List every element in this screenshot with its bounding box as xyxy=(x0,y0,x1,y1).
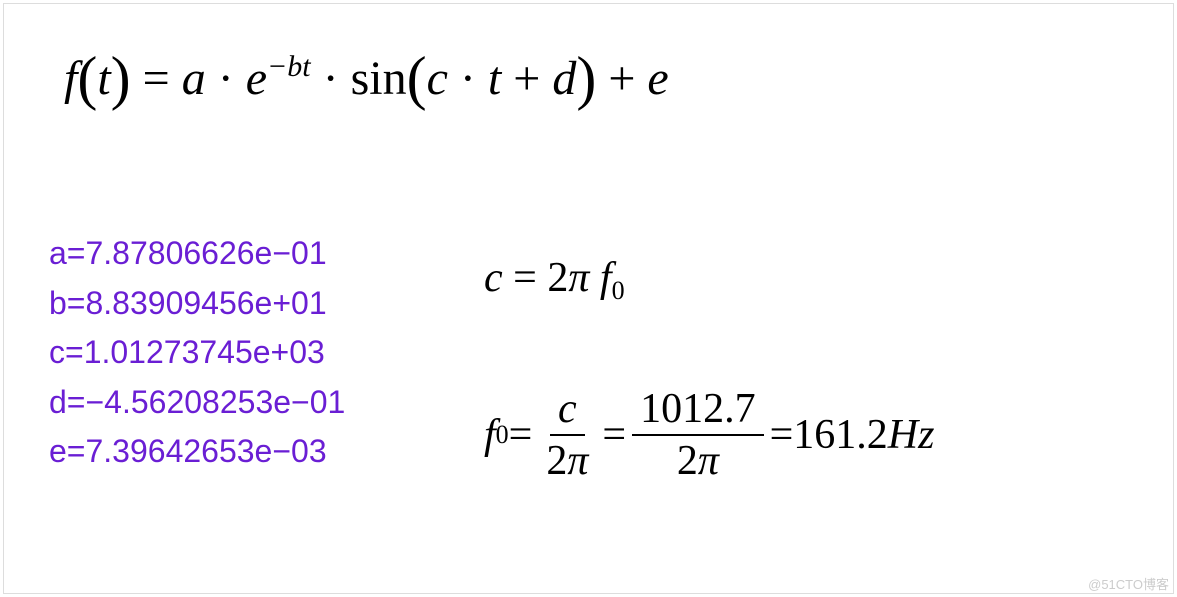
eq-dot3: · xyxy=(448,52,488,105)
eqf0-sub0: 0 xyxy=(496,420,509,450)
eq-dot1: · xyxy=(206,52,246,105)
eq-f: f xyxy=(64,52,77,105)
eq-lparen2: ( xyxy=(407,45,427,111)
frac1-num: c xyxy=(558,386,577,432)
eq-e1: e xyxy=(246,52,267,105)
eq-exponent: −bt xyxy=(267,50,311,83)
eqf0-eq3: = xyxy=(770,411,794,459)
eqf0-result-num: 161.2 xyxy=(793,411,888,459)
frac2-den-2: 2 xyxy=(677,438,698,484)
frac1-den-pi: π xyxy=(567,438,588,484)
eq-plus2: + xyxy=(596,52,647,105)
frac1-den-2: 2 xyxy=(546,438,567,484)
eqf0-eq2: = xyxy=(602,411,626,459)
eq-c: c xyxy=(427,52,448,105)
frac2-num: 1012.7 xyxy=(640,386,756,432)
eqc-c: c xyxy=(484,255,503,301)
parameter-list: a=7.87806626e−01 b=8.83909456e+01 c=1.01… xyxy=(49,229,345,477)
eq-t2: t xyxy=(488,52,501,105)
eqf0-result-unit: Hz xyxy=(888,411,935,459)
eq-rparen2: ) xyxy=(576,45,596,111)
eq-dot2: · xyxy=(311,52,351,105)
equation-main: f(t) = a · e−bt · sin(c · t + d) + e xyxy=(64,44,669,113)
eq-lparen1: ( xyxy=(77,45,97,111)
watermark: @51CTO博客 xyxy=(1088,574,1169,593)
eqc-two: 2 xyxy=(547,255,568,301)
eqf0-f: f xyxy=(484,411,496,459)
equation-c: c = 2π f0 xyxy=(484,254,625,306)
eqc-pi: π xyxy=(568,255,589,301)
eq-d: d xyxy=(552,52,576,105)
fraction-1: c 2π xyxy=(538,384,596,487)
eq-plus: + xyxy=(501,52,552,105)
eq-t: t xyxy=(97,52,110,105)
eq-equals: = xyxy=(131,52,182,105)
param-e: e=7.39642653e−03 xyxy=(49,427,345,477)
eq-sin: sin xyxy=(351,52,407,105)
eq-a: a xyxy=(182,52,206,105)
eq-rparen1: ) xyxy=(111,45,131,111)
eqc-eq: = xyxy=(503,255,548,301)
equation-f0: f0 = c 2π = 1012.7 2π = 161.2Hz xyxy=(484,384,934,487)
eqf0-eq1: = xyxy=(509,411,533,459)
content-frame: f(t) = a · e−bt · sin(c · t + d) + e a=7… xyxy=(3,3,1174,594)
param-a: a=7.87806626e−01 xyxy=(49,229,345,279)
frac2-den-pi: π xyxy=(698,438,719,484)
eqc-sub0: 0 xyxy=(612,276,625,305)
fraction-2: 1012.7 2π xyxy=(632,384,764,487)
param-c: c=1.01273745e+03 xyxy=(49,328,345,378)
param-b: b=8.83909456e+01 xyxy=(49,279,345,329)
eq-e2: e xyxy=(647,52,668,105)
eqc-f: f xyxy=(589,255,611,301)
param-d: d=−4.56208253e−01 xyxy=(49,378,345,428)
